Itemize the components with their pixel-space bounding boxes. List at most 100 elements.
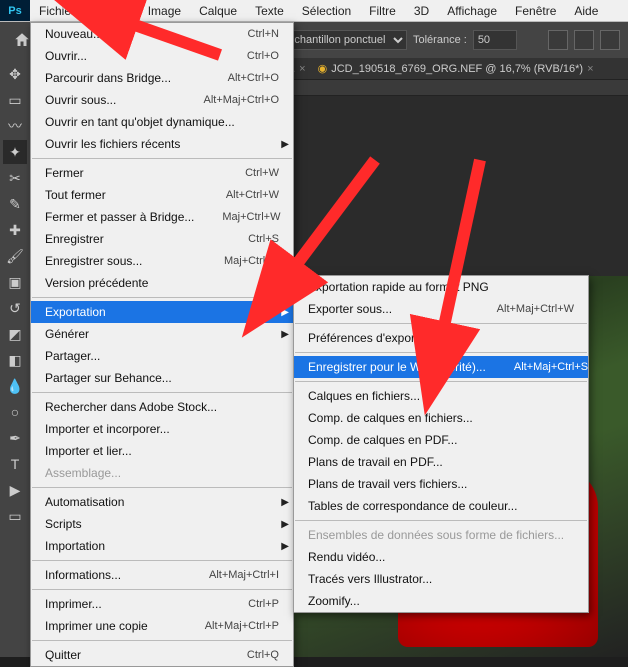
sample-select[interactable]: Echantillon ponctuel: [278, 30, 407, 50]
magic-wand-tool[interactable]: ✦: [3, 140, 27, 164]
lasso-tool[interactable]: 〰: [3, 114, 27, 138]
options-icon-3[interactable]: [600, 30, 620, 50]
menu-aide[interactable]: Aide: [565, 0, 607, 21]
file-item-30[interactable]: Imprimer...Ctrl+P: [31, 593, 293, 615]
file-item-5[interactable]: Ouvrir les fichiers récents▶: [31, 133, 293, 155]
menu-fenêtre[interactable]: Fenêtre: [506, 0, 565, 21]
menu-item-shortcut: Alt+Ctrl+O: [228, 72, 279, 84]
dodge-tool[interactable]: ○: [3, 400, 27, 424]
export-item-7[interactable]: Calques en fichiers...: [294, 385, 588, 407]
export-item-9[interactable]: Comp. de calques en PDF...: [294, 429, 588, 451]
healing-tool[interactable]: ✚: [3, 218, 27, 242]
file-item-20[interactable]: Importer et incorporer...: [31, 418, 293, 440]
export-item-8[interactable]: Comp. de calques en fichiers...: [294, 407, 588, 429]
export-item-11[interactable]: Plans de travail vers fichiers...: [294, 473, 588, 495]
menu-filtre[interactable]: Filtre: [360, 0, 405, 21]
marquee-tool[interactable]: ▭: [3, 88, 27, 112]
tolerance-input[interactable]: [473, 30, 517, 50]
brush-tool[interactable]: 🖌: [3, 244, 27, 268]
menu-item-label: Enregistrer: [45, 232, 132, 246]
menu-image[interactable]: Image: [139, 0, 190, 21]
file-item-4[interactable]: Ouvrir en tant qu'objet dynamique...: [31, 111, 293, 133]
file-item-12[interactable]: Version précédenteF12: [31, 272, 293, 294]
path-select-tool[interactable]: ▶: [3, 478, 27, 502]
close-icon[interactable]: ×: [587, 63, 593, 75]
tools-panel: ✥ ▭ 〰 ✦ ✂ ✎ ✚ 🖌 ▣ ↺ ◩ ◧ 💧 ○ ✒ T ▶ ▭: [0, 58, 30, 657]
file-item-8[interactable]: Tout fermer Alt+Ctrl+W: [31, 184, 293, 206]
file-item-7[interactable]: FermerCtrl+W: [31, 162, 293, 184]
menu-item-label: Partager...: [45, 349, 128, 363]
file-item-33[interactable]: QuitterCtrl+Q: [31, 644, 293, 666]
file-item-17[interactable]: Partager sur Behance...: [31, 367, 293, 389]
export-item-10[interactable]: Plans de travail en PDF...: [294, 451, 588, 473]
file-item-21[interactable]: Importer et lier...: [31, 440, 293, 462]
close-icon[interactable]: ×: [299, 63, 305, 75]
pen-tool[interactable]: ✒: [3, 426, 27, 450]
export-item-5[interactable]: Enregistrer pour le Web (hérité)...Alt+M…: [294, 356, 588, 378]
menu-item-shortcut: Maj+Ctrl+W: [222, 211, 280, 223]
rectangle-tool[interactable]: ▭: [3, 504, 27, 528]
history-brush-tool[interactable]: ↺: [3, 296, 27, 320]
file-item-10[interactable]: Enregistrer Ctrl+S: [31, 228, 293, 250]
file-item-0[interactable]: Nouveau...Ctrl+N: [31, 23, 293, 45]
export-item-17[interactable]: Zoomify...: [294, 590, 588, 612]
file-item-28[interactable]: Informations...Alt+Maj+Ctrl+I: [31, 564, 293, 586]
menu-item-label: Tout fermer: [45, 188, 134, 202]
export-item-3[interactable]: Préférences d'exportation...: [294, 327, 588, 349]
menu-texte[interactable]: Texte: [246, 0, 293, 21]
tab-doc-2[interactable]: ◉ JCD_190518_6769_ORG.NEF @ 16,7% (RVB/1…: [318, 62, 594, 75]
menu-affichage[interactable]: Affichage: [438, 0, 506, 21]
file-item-24[interactable]: Automatisation▶: [31, 491, 293, 513]
file-item-19[interactable]: Rechercher dans Adobe Stock...: [31, 396, 293, 418]
menu-item-label: Enregistrer pour le Web (hérité)...: [308, 360, 514, 374]
menu-export-dropdown: Exportation rapide au format PNGExporter…: [293, 275, 589, 613]
export-item-15[interactable]: Rendu vidéo...: [294, 546, 588, 568]
menu-item-label: Rechercher dans Adobe Stock...: [45, 400, 245, 414]
menu-calque[interactable]: Calque: [190, 0, 246, 21]
menu-item-label: Quitter: [45, 648, 109, 662]
file-item-9[interactable]: Fermer et passer à Bridge...Maj+Ctrl+W: [31, 206, 293, 228]
menu-item-shortcut: F12: [260, 277, 279, 289]
file-item-11[interactable]: Enregistrer sous...Maj+Ctrl+S: [31, 250, 293, 272]
export-separator: [295, 323, 587, 324]
menu-item-label: Automatisation: [45, 495, 152, 509]
crop-tool[interactable]: ✂: [3, 166, 27, 190]
menu-item-label: Informations...: [45, 568, 149, 582]
export-item-1[interactable]: Exporter sous...Alt+Maj+Ctrl+W: [294, 298, 588, 320]
type-tool[interactable]: T: [3, 452, 27, 476]
options-icon-1[interactable]: [548, 30, 568, 50]
eyedropper-tool[interactable]: ✎: [3, 192, 27, 216]
file-item-2[interactable]: Parcourir dans Bridge...Alt+Ctrl+O: [31, 67, 293, 89]
menu-3d[interactable]: 3D: [405, 0, 438, 21]
file-item-16[interactable]: Partager...: [31, 345, 293, 367]
file-item-1[interactable]: Ouvrir...Ctrl+O: [31, 45, 293, 67]
menu-item-shortcut: Ctrl+S: [248, 233, 279, 245]
file-item-14[interactable]: Exportation▶: [31, 301, 293, 323]
menu-item-label: Scripts: [45, 517, 110, 531]
move-tool[interactable]: ✥: [3, 62, 27, 86]
blur-tool[interactable]: 💧: [3, 374, 27, 398]
file-item-15[interactable]: Générer▶: [31, 323, 293, 345]
options-icon-2[interactable]: [574, 30, 594, 50]
stamp-tool[interactable]: ▣: [3, 270, 27, 294]
menu-item-label: Ouvrir en tant qu'objet dynamique...: [45, 115, 263, 129]
submenu-arrow-icon: ▶: [281, 329, 289, 340]
eraser-tool[interactable]: ◩: [3, 322, 27, 346]
menu-edition[interactable]: Edition: [84, 0, 139, 21]
gradient-tool[interactable]: ◧: [3, 348, 27, 372]
export-item-0[interactable]: Exportation rapide au format PNG: [294, 276, 588, 298]
menu-item-shortcut: Alt+Ctrl+W: [226, 189, 279, 201]
file-item-25[interactable]: Scripts▶: [31, 513, 293, 535]
tolerance-label: Tolérance :: [413, 34, 467, 46]
menu-item-label: Nouveau...: [45, 27, 131, 41]
export-item-16[interactable]: Tracés vers Illustrator...: [294, 568, 588, 590]
menu-fichier[interactable]: Fichier: [30, 0, 84, 21]
menu-item-label: Ensembles de données sous forme de fichi…: [308, 528, 592, 542]
file-item-31[interactable]: Imprimer une copieAlt+Maj+Ctrl+P: [31, 615, 293, 637]
file-item-26[interactable]: Importation▶: [31, 535, 293, 557]
export-item-12[interactable]: Tables de correspondance de couleur...: [294, 495, 588, 517]
menu-item-label: Ouvrir sous...: [45, 93, 144, 107]
menu-item-label: Préférences d'exportation...: [308, 331, 482, 345]
menu-sélection[interactable]: Sélection: [293, 0, 360, 21]
file-item-3[interactable]: Ouvrir sous...Alt+Maj+Ctrl+O: [31, 89, 293, 111]
